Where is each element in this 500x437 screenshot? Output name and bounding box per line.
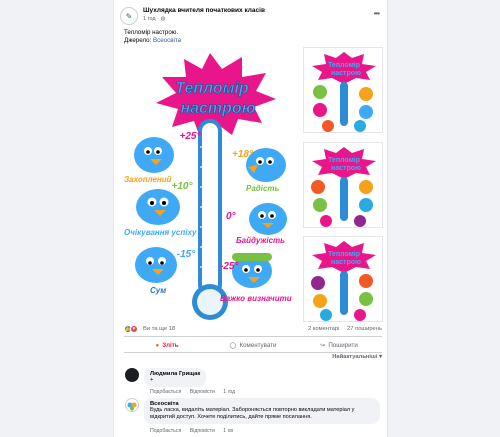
comment-time[interactable]: 1 год (223, 389, 235, 395)
post-text: Тепломір настрою. Джерело: Всеосвіта (124, 29, 181, 45)
chevron-down-icon: ▾ (379, 354, 382, 360)
mood-label: Сум (150, 286, 166, 295)
post-counts: 2 коментарі 27 поширень (302, 326, 382, 332)
comment-icon: ◯ (229, 341, 237, 349)
comment-bubble: Людмила Грищак + (144, 368, 207, 387)
temp-label: -15° (177, 249, 196, 260)
post-source: Джерело: Всеосвіта (124, 37, 182, 44)
divider (124, 336, 382, 337)
poster-thumbnail[interactable]: Тепломір настрою (303, 47, 383, 133)
comment-text: відкритий доступ. Хочете поділитись, дай… (150, 414, 312, 420)
comment-button[interactable]: ◯ Коментувати (210, 339, 296, 351)
reactions-summary[interactable]: Ви та ще 18 (143, 326, 175, 332)
mood-label: Байдужість (236, 236, 285, 245)
vseosvita-logo-icon (127, 402, 137, 411)
share-button[interactable]: ↪ Поширити (296, 339, 382, 351)
comment-item: Всеосвіта Будь ласка, видаліть матеріал.… (124, 398, 382, 436)
poster-main-image[interactable]: Тепломір настрою +25° +18° +10° 0° -15° … (120, 47, 300, 322)
page-avatar[interactable]: ✎ (120, 7, 138, 25)
svg-text:настрою: настрою (331, 165, 361, 172)
comment-like-link[interactable]: Подобається (150, 389, 181, 395)
source-link[interactable]: Всеосвіта (153, 37, 181, 44)
temp-label: +10° (172, 181, 194, 192)
poster-thumbnail[interactable]: Тепломір настрою (303, 142, 383, 228)
bird-excited (134, 137, 174, 173)
svg-text:Тепломір: Тепломір (328, 61, 360, 69)
mood-label: Очікування успіху (124, 228, 197, 237)
avatar[interactable] (125, 398, 139, 412)
temp-label: +18° (232, 149, 254, 160)
comment-like-link[interactable]: Подобається (150, 428, 181, 434)
post-card: ✎ Шухлядка вчителя початкових класів 1 г… (113, 0, 388, 437)
post-actions: ● Зліть ◯ Коментувати ↪ Поширити (124, 339, 382, 351)
temp-label: -25° (220, 261, 239, 272)
post-media[interactable]: Тепломір настрою +25° +18° +10° 0° -15° … (120, 47, 383, 322)
shares-count[interactable]: 27 поширень (347, 326, 382, 332)
thumbnail-column: Тепломір настрою Тепломір настрою Теплом… (303, 47, 383, 322)
comments-count[interactable]: 2 коментарі (308, 326, 339, 332)
mood-label: Радість (246, 184, 280, 193)
comment-footer: Подобається Відповісти 1 хв (150, 428, 240, 434)
page-name[interactable]: Шухлядка вчителя початкових класів (143, 7, 265, 14)
post-header: ✎ Шухлядка вчителя початкових класів 1 г… (120, 7, 383, 27)
angry-reaction-icon: ● (155, 341, 160, 349)
svg-text:Тепломір: Тепломір (328, 156, 360, 164)
svg-text:настрою: настрою (331, 70, 361, 77)
temp-label: 0° (226, 211, 237, 222)
comment-time[interactable]: 1 хв (223, 428, 233, 434)
mood-label: Захоплений (124, 175, 172, 184)
love-reaction-icon: ♥ (130, 325, 138, 333)
comment-text: + (150, 377, 154, 383)
comment-reply-link[interactable]: Відповісти (190, 428, 215, 434)
comment-sort[interactable]: Найактуальніші ▾ (124, 354, 382, 362)
comment-reply-link[interactable]: Відповісти (190, 389, 215, 395)
post-stats: 👍 ♥ Ви та ще 18 2 коментарі 27 поширень (124, 325, 382, 335)
comment-footer: Подобається Відповісти 1 год (150, 389, 242, 395)
comment-text: Будь ласка, видаліть матеріал. Забороняє… (150, 407, 355, 413)
poster-title-line1: Тепломір (175, 80, 249, 97)
mood-label: Важко визначити (220, 294, 292, 303)
reaction-icons[interactable]: 👍 ♥ (124, 325, 138, 333)
comment-item: Людмила Грищак + Подобається Відповісти … (124, 368, 382, 395)
temp-label: +25° (180, 131, 202, 142)
bird-sad (135, 247, 177, 283)
share-icon: ↪ (320, 341, 326, 349)
post-time[interactable]: 1 год · ◍ (143, 16, 165, 22)
globe-icon: ◍ (160, 16, 166, 22)
svg-text:настрою: настрою (331, 259, 361, 266)
avatar[interactable] (125, 368, 139, 382)
bird-indifference (249, 203, 287, 235)
more-options-icon[interactable]: ••• (374, 9, 380, 18)
svg-text:Тепломір: Тепломір (328, 250, 360, 258)
comment-author[interactable]: Людмила Грищак (150, 371, 200, 377)
like-button[interactable]: ● Зліть (124, 339, 210, 351)
divider (124, 352, 382, 353)
poster-title-line2: настрою (180, 100, 255, 117)
post-text-line: Тепломір настрою. (124, 29, 179, 36)
comment-bubble: Всеосвіта Будь ласка, видаліть матеріал.… (144, 398, 380, 424)
bird-expectation (136, 189, 180, 225)
poster-thumbnail[interactable]: Тепломір настрою (303, 236, 383, 322)
